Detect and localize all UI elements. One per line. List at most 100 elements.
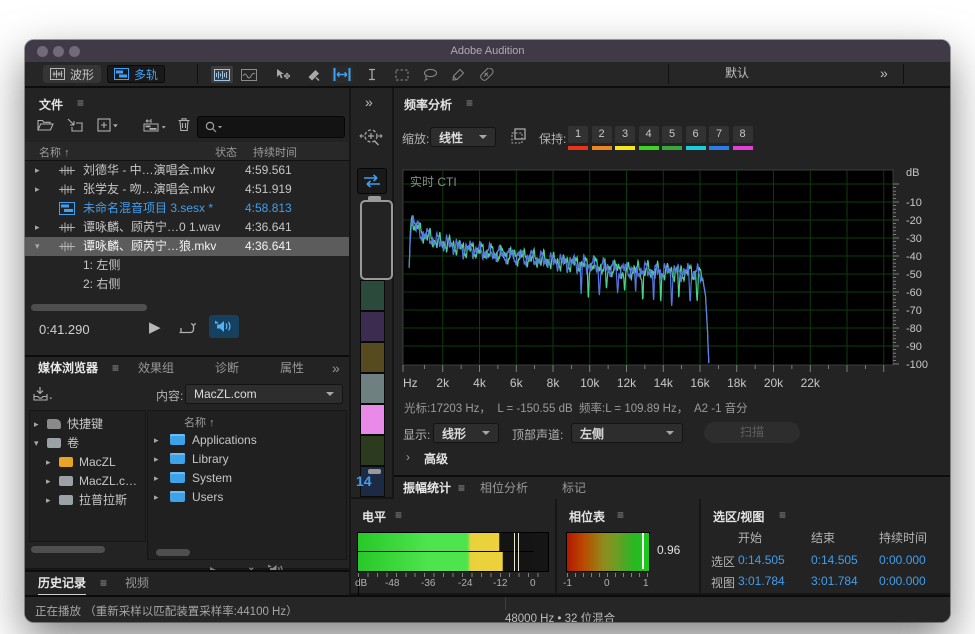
loop-playback-toggle[interactable] xyxy=(209,315,239,338)
media-browser-menu-icon[interactable]: ≡ xyxy=(112,357,119,379)
expand-icon[interactable]: ▸ xyxy=(35,161,47,180)
track-color-block[interactable] xyxy=(360,435,385,466)
expand-icon[interactable]: ▸ xyxy=(154,469,166,488)
expand-icon[interactable]: ▸ xyxy=(46,472,58,491)
expand-icon[interactable]: ▸ xyxy=(35,218,47,237)
expand-icon[interactable]: ▸ xyxy=(154,488,166,507)
column-header-duration[interactable]: 持续时间 xyxy=(253,144,297,160)
file-row[interactable]: 1: 左侧 xyxy=(25,256,349,275)
media-tree-item[interactable]: ▸MacZL xyxy=(30,453,145,472)
import-file-button[interactable] xyxy=(67,118,83,132)
media-tree-item[interactable]: ▸快捷键 xyxy=(30,415,145,434)
workspace-more-chevron[interactable]: » xyxy=(880,62,888,84)
delete-file-button[interactable] xyxy=(177,117,191,132)
selection-time-value[interactable]: 0:00.000 xyxy=(879,553,926,567)
lasso-selection-tool[interactable] xyxy=(419,66,441,83)
tab-phase-analysis[interactable]: 相位分析 xyxy=(480,477,528,499)
display-dropdown[interactable]: 线形 xyxy=(433,423,499,443)
navigator-selection-handle[interactable] xyxy=(360,200,393,280)
media-tree-item[interactable]: ▾卷 xyxy=(30,434,145,453)
media-tree-item[interactable]: ▸MacZL.c… xyxy=(30,472,145,491)
scan-button[interactable]: 扫描 xyxy=(704,422,800,443)
frequency-spectrum-chart[interactable]: dB-10-20-30-40-50-60-70-80-90-100Hz2k4k6… xyxy=(398,162,946,402)
hold-button-2[interactable]: 2 xyxy=(592,126,612,143)
hold-button-1[interactable]: 1 xyxy=(568,126,588,143)
expand-icon[interactable]: ▸ xyxy=(35,180,47,199)
media-tree-item[interactable]: ▸拉普拉斯 xyxy=(30,491,145,510)
frequency-analysis-menu-icon[interactable]: ≡ xyxy=(466,96,473,110)
media-list-item[interactable]: ▸Library xyxy=(148,450,346,469)
open-file-button[interactable] xyxy=(37,118,54,132)
tab-diagnostics[interactable]: 诊断 xyxy=(215,357,239,379)
collapse-icon[interactable]: ▾ xyxy=(34,434,46,453)
play-button[interactable]: ▶ xyxy=(149,318,161,336)
file-row[interactable]: ▸刘德华 - 中…演唱会.mkv4:59.561 xyxy=(25,161,349,180)
selection-time-value[interactable]: 3:01.784 xyxy=(738,574,785,588)
hold-button-3[interactable]: 3 xyxy=(615,126,635,143)
new-content-button[interactable] xyxy=(97,118,119,132)
media-list-item[interactable]: ▸System xyxy=(148,469,346,488)
file-row[interactable]: 2: 右侧 xyxy=(25,275,349,294)
multitrack-view-button[interactable]: 多轨 xyxy=(107,65,165,83)
spot-healing-brush-tool[interactable] xyxy=(475,66,497,83)
history-menu-icon[interactable]: ≡ xyxy=(100,572,107,594)
media-list-item[interactable]: ▸Users xyxy=(148,488,346,507)
track-color-block[interactable] xyxy=(360,311,385,342)
tab-effects-rack[interactable]: 效果组 xyxy=(138,357,174,379)
time-selection-tool[interactable] xyxy=(331,66,353,83)
file-row[interactable]: ▸张学友 - 吻…演唱会.mkv4:51.919 xyxy=(25,180,349,199)
tab-amplitude-statistics[interactable]: 振幅统计 xyxy=(403,477,451,501)
file-row[interactable]: ▾谭咏麟、顾芮宁…狼.mkv4:36.641 xyxy=(25,237,349,256)
column-header-status[interactable]: 状态 xyxy=(215,144,237,160)
text-tool[interactable] xyxy=(361,66,383,83)
swap-channels-button[interactable] xyxy=(357,168,387,194)
selection-time-value[interactable]: 0:14.505 xyxy=(811,553,858,567)
marquee-selection-tool[interactable] xyxy=(391,66,413,83)
top-channel-dropdown[interactable]: 左侧 xyxy=(571,423,683,443)
hold-button-8[interactable]: 8 xyxy=(733,126,753,143)
content-dropdown[interactable]: MacZL.com xyxy=(185,384,343,404)
tab-properties[interactable]: 属性 xyxy=(280,357,304,379)
phase-meter-menu-icon[interactable]: ≡ xyxy=(617,508,624,522)
file-row[interactable]: ▸谭咏麟、顾芮宁…0 1.wav4:36.641 xyxy=(25,218,349,237)
files-panel-menu-icon[interactable]: ≡ xyxy=(77,96,84,110)
levels-menu-icon[interactable]: ≡ xyxy=(395,508,402,522)
tab-history[interactable]: 历史记录 xyxy=(38,572,86,596)
tab-video[interactable]: 视频 xyxy=(125,572,149,594)
hold-button-5[interactable]: 5 xyxy=(662,126,682,143)
media-list-header[interactable]: 名称 ↑ xyxy=(184,414,215,430)
auto-play-button[interactable] xyxy=(179,319,197,335)
expand-icon[interactable]: ▸ xyxy=(154,450,166,469)
collapse-icon[interactable]: ▾ xyxy=(35,237,47,256)
razor-tool[interactable] xyxy=(303,66,325,83)
zoom-navigate-icon[interactable] xyxy=(358,126,384,150)
track-color-block[interactable] xyxy=(360,373,385,404)
media-import-button[interactable] xyxy=(33,386,53,402)
hold-button-7[interactable]: 7 xyxy=(709,126,729,143)
hold-button-4[interactable]: 4 xyxy=(639,126,659,143)
file-row[interactable]: 未命名混音项目 3.sesx *4:58.813 xyxy=(25,199,349,218)
insert-into-multitrack-button[interactable] xyxy=(143,118,167,132)
media-list-horizontal-scrollbar[interactable] xyxy=(156,549,190,556)
media-tree-horizontal-scrollbar[interactable] xyxy=(31,546,105,553)
advanced-section-label[interactable]: 高级 xyxy=(424,450,448,467)
scale-dropdown[interactable]: 线性 xyxy=(430,127,496,147)
stats-menu-icon[interactable]: ≡ xyxy=(458,477,465,499)
selection-view-menu-icon[interactable]: ≡ xyxy=(779,508,786,522)
expand-icon[interactable]: ▸ xyxy=(34,415,46,434)
left-tabs-more-chevron[interactable]: » xyxy=(332,357,340,379)
selection-top-grip[interactable] xyxy=(368,196,381,201)
tab-markers[interactable]: 标记 xyxy=(562,477,586,499)
strip-more-chevron[interactable]: » xyxy=(365,94,373,110)
waveform-display-toggle[interactable] xyxy=(211,66,233,83)
paintbrush-tool[interactable] xyxy=(447,66,469,83)
track-color-block[interactable] xyxy=(360,280,385,311)
selection-time-value[interactable]: 0:14.505 xyxy=(738,553,785,567)
waveform-view-button[interactable]: 波形 xyxy=(43,65,101,83)
hold-button-6[interactable]: 6 xyxy=(686,126,706,143)
files-horizontal-scrollbar[interactable] xyxy=(31,304,147,311)
selection-time-value[interactable]: 0:00.000 xyxy=(879,574,926,588)
expand-icon[interactable]: ▸ xyxy=(46,453,58,472)
track-color-block[interactable] xyxy=(360,404,385,435)
advanced-expander-icon[interactable]: › xyxy=(406,450,410,464)
